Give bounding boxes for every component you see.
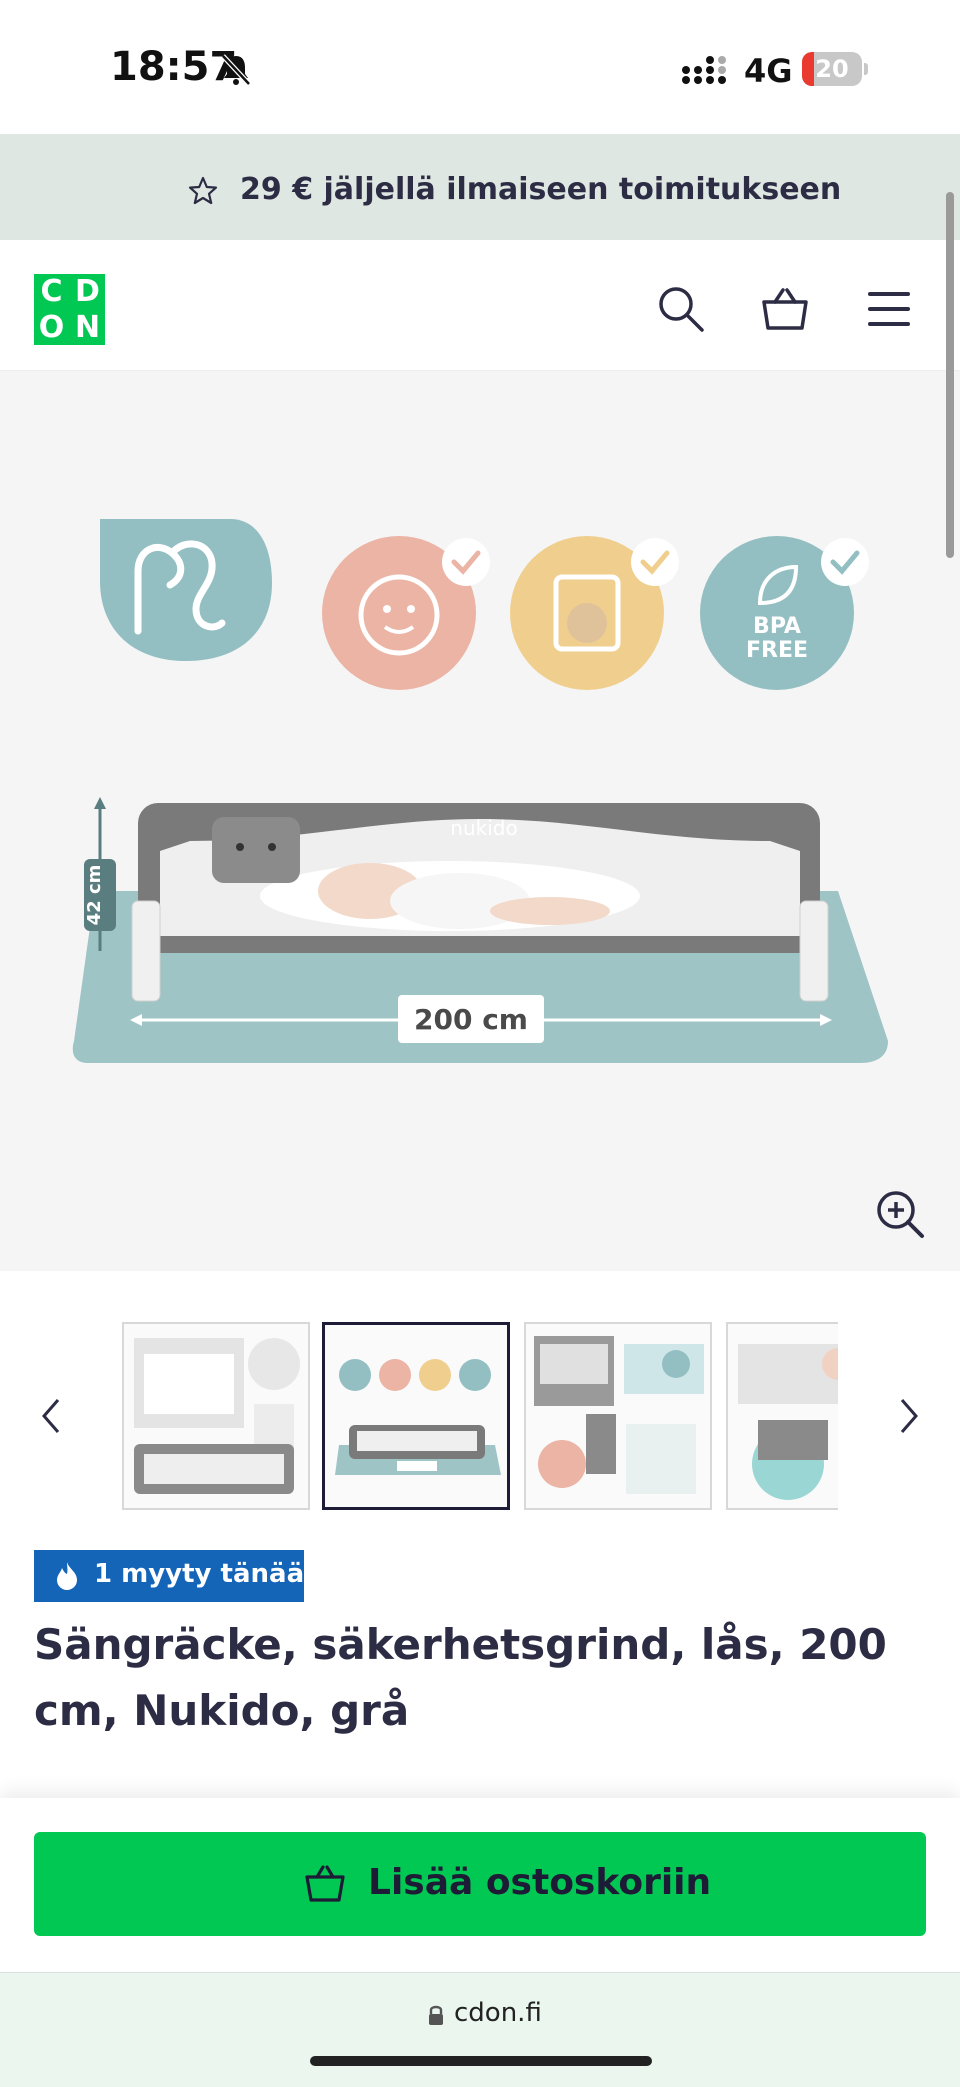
- bell-muted-icon: [221, 54, 251, 86]
- basket-icon[interactable]: [758, 282, 812, 336]
- page-scrollbar[interactable]: [946, 192, 954, 558]
- product-main-image[interactable]: BPA FREE nukido 42 cm 200 cm: [0, 371, 960, 1271]
- logo-letter: C: [40, 274, 63, 309]
- network-label: 4G: [744, 52, 793, 90]
- rail-brand-text: nukido: [450, 816, 517, 840]
- free-text: FREE: [746, 638, 808, 663]
- width-dimension-label: 200 cm: [414, 1003, 528, 1036]
- lock-icon: [429, 2005, 443, 2025]
- chevron-right-icon[interactable]: [886, 1386, 930, 1446]
- thumbnail-1[interactable]: [122, 1322, 310, 1510]
- cdon-logo[interactable]: C D O N: [34, 274, 105, 345]
- bpa-text: BPA: [753, 614, 801, 639]
- search-icon[interactable]: [654, 282, 708, 336]
- browser-address-bar[interactable]: [0, 1972, 960, 2087]
- zoom-in-icon[interactable]: [872, 1186, 928, 1242]
- logo-letter: D: [75, 274, 100, 309]
- battery-level: 20: [815, 55, 849, 83]
- fire-icon: [57, 1562, 77, 1590]
- logo-letter: N: [74, 310, 101, 345]
- add-to-cart-label: Lisää ostoskoriin: [368, 1862, 712, 1903]
- star-outline-icon: [188, 176, 218, 205]
- thumbnail-strip: [122, 1322, 838, 1514]
- thumbnail-3[interactable]: [524, 1322, 712, 1510]
- signal-strength-icon: [682, 56, 726, 84]
- thumbnail-2[interactable]: [322, 1322, 510, 1510]
- battery-indicator: 20: [802, 52, 868, 86]
- product-title: Sängräcke, säkerhetsgrind, lås, 200 cm, …: [34, 1620, 887, 1735]
- free-shipping-text: 29 € jäljellä ilmaiseen toimitukseen: [240, 172, 842, 207]
- url-text[interactable]: cdon.fi: [454, 1998, 542, 2028]
- sold-today-text: 1 myyty tänään: [94, 1559, 323, 1589]
- height-dimension-label: 42 cm: [84, 865, 105, 926]
- hamburger-menu-icon[interactable]: [862, 282, 916, 336]
- logo-letter: O: [38, 310, 65, 345]
- chevron-left-icon[interactable]: [30, 1386, 74, 1446]
- home-indicator[interactable]: [310, 2056, 652, 2066]
- basket-icon: [305, 1865, 345, 1902]
- site-header: [0, 240, 960, 371]
- thumbnail-4[interactable]: [726, 1322, 838, 1510]
- bed-rail-illustration: BPA FREE nukido 42 cm 200 cm: [72, 519, 888, 1063]
